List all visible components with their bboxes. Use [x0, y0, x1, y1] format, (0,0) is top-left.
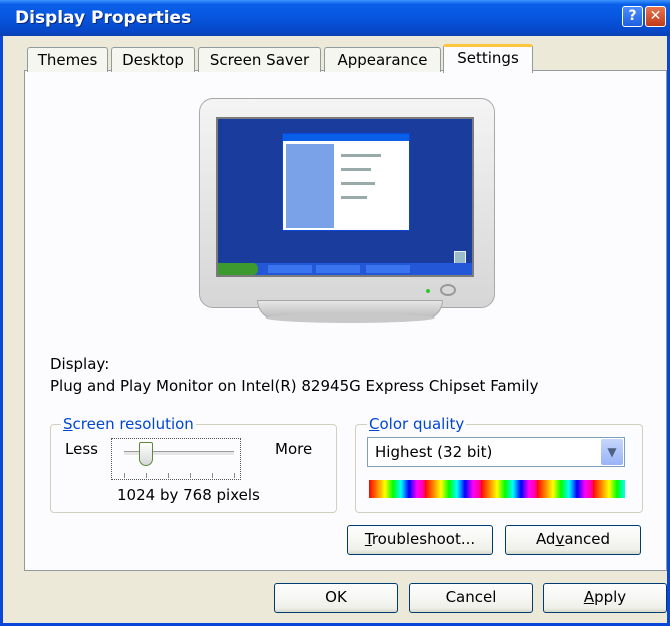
power-led-icon — [426, 289, 430, 293]
tab-themes[interactable]: Themes — [27, 47, 108, 72]
chevron-down-icon[interactable]: ▼ — [601, 439, 623, 465]
monitor-preview — [199, 98, 495, 308]
close-button[interactable]: ✕ — [645, 6, 666, 27]
start-button-icon — [218, 263, 258, 275]
slider-thumb[interactable] — [139, 442, 153, 466]
color-quality-value: Highest (32 bit) — [375, 443, 493, 461]
color-quality-legend: Color quality — [367, 415, 467, 433]
display-properties-window: Display Properties ? ✕ Themes Desktop Sc… — [0, 0, 670, 626]
troubleshoot-button[interactable]: Troubleshoot... — [347, 525, 493, 555]
tab-settings[interactable]: Settings — [443, 44, 533, 73]
display-label: Display: — [50, 355, 110, 373]
tab-appearance[interactable]: Appearance — [324, 47, 441, 72]
power-button-icon — [440, 284, 456, 296]
apply-button[interactable]: Apply — [543, 583, 667, 613]
advanced-button[interactable]: Advanced — [505, 525, 641, 555]
screen-resolution-legend: Screen resolution — [61, 415, 196, 433]
window-title: Display Properties — [15, 8, 192, 28]
preview-taskbar — [218, 263, 472, 275]
close-icon: ✕ — [649, 8, 662, 24]
resolution-value: 1024 by 768 pixels — [117, 486, 260, 504]
less-label: Less — [65, 440, 98, 458]
more-label: More — [275, 440, 313, 458]
preview-window — [282, 133, 410, 231]
ok-button[interactable]: OK — [274, 583, 398, 613]
resolution-slider[interactable] — [111, 438, 241, 480]
color-spectrum-preview — [369, 480, 625, 498]
desktop-preview — [216, 117, 474, 277]
tab-desktop[interactable]: Desktop — [111, 47, 195, 72]
help-icon: ? — [628, 8, 637, 24]
help-button[interactable]: ? — [622, 6, 643, 27]
cancel-button[interactable]: Cancel — [409, 583, 533, 613]
color-quality-select[interactable]: Highest (32 bit) ▼ — [367, 437, 625, 467]
display-device-name: Plug and Play Monitor on Intel(R) 82945G… — [50, 377, 539, 395]
title-bar[interactable]: Display Properties ? ✕ — [0, 0, 670, 36]
monitor-base — [265, 313, 435, 323]
tab-screen-saver[interactable]: Screen Saver — [198, 47, 321, 72]
